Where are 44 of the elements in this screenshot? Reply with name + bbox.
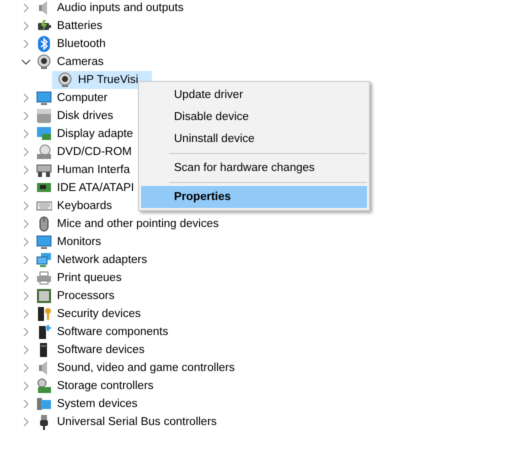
tower-icon	[36, 324, 52, 340]
tree-item[interactable]: Bluetooth	[57, 37, 106, 51]
printer-icon	[36, 270, 52, 286]
menu-item[interactable]: Disable device	[141, 106, 367, 128]
webcam-icon	[57, 72, 73, 88]
tree-item[interactable]: Disk drives	[57, 109, 114, 123]
tree-item[interactable]: Sound, video and game controllers	[57, 361, 235, 375]
battery-icon	[36, 18, 52, 34]
tree-item[interactable]: Batteries	[57, 19, 102, 33]
tree-item[interactable]: Mice and other pointing devices	[57, 217, 219, 231]
tree-item[interactable]: Cameras	[57, 55, 104, 69]
tree-item[interactable]: Network adapters	[57, 253, 148, 267]
monitor-icon	[36, 234, 52, 250]
tree-item[interactable]: Universal Serial Bus controllers	[57, 415, 217, 429]
chip-icon	[36, 288, 52, 304]
monitor-icon	[36, 90, 52, 106]
webcam-icon	[36, 54, 52, 70]
storage-card-icon	[36, 378, 52, 394]
tree-item[interactable]: Software devices	[57, 343, 145, 357]
disc-drive-icon	[36, 144, 52, 160]
tree-item[interactable]: Software components	[57, 325, 168, 339]
tree-item[interactable]: Storage controllers	[57, 379, 154, 393]
tree-item[interactable]: Monitors	[57, 235, 102, 249]
menu-item[interactable]: Uninstall device	[141, 128, 367, 150]
tree-item[interactable]: HP TrueVisi	[52, 71, 152, 89]
tree-item[interactable]: Human Interfa	[57, 163, 130, 177]
tree-item[interactable]: Print queues	[57, 271, 122, 285]
menu-item[interactable]: Scan for hardware changes	[141, 157, 367, 179]
bluetooth-icon	[36, 36, 52, 52]
display-card-icon	[36, 126, 52, 142]
system-icon	[36, 396, 52, 412]
tree-item[interactable]: Processors	[57, 289, 115, 303]
tree-item[interactable]: Security devices	[57, 307, 141, 321]
disk-drive-icon	[36, 108, 52, 124]
tree-item[interactable]: Display adapte	[57, 127, 134, 141]
tree-item[interactable]: Keyboards	[57, 199, 112, 213]
key-icon	[36, 306, 52, 322]
tree-item[interactable]: IDE ATA/ATAPI	[57, 181, 134, 195]
tree-item[interactable]: Computer	[57, 91, 108, 105]
tree-item[interactable]: Audio inputs and outputs	[57, 1, 184, 15]
menu-item[interactable]: Properties	[141, 186, 367, 208]
network-icon	[36, 252, 52, 268]
tree-item[interactable]: System devices	[57, 397, 138, 411]
tree-item[interactable]: DVD/CD-ROM	[57, 145, 132, 159]
